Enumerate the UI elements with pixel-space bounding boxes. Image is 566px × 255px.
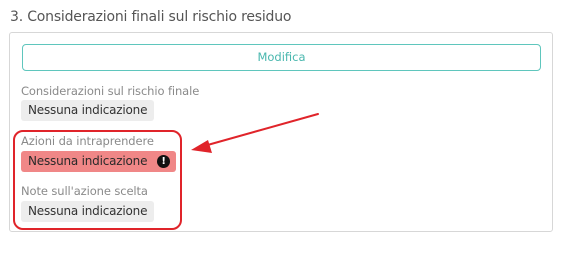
annotation-highlight-box xyxy=(13,130,182,230)
section-title: 3. Considerazioni finali sul rischio res… xyxy=(10,9,292,25)
field-value-final-risk: Nessuna indicazione xyxy=(21,100,155,121)
field-label-final-risk: Considerazioni sul rischio finale xyxy=(21,84,200,98)
edit-button[interactable]: Modifica xyxy=(22,44,541,71)
